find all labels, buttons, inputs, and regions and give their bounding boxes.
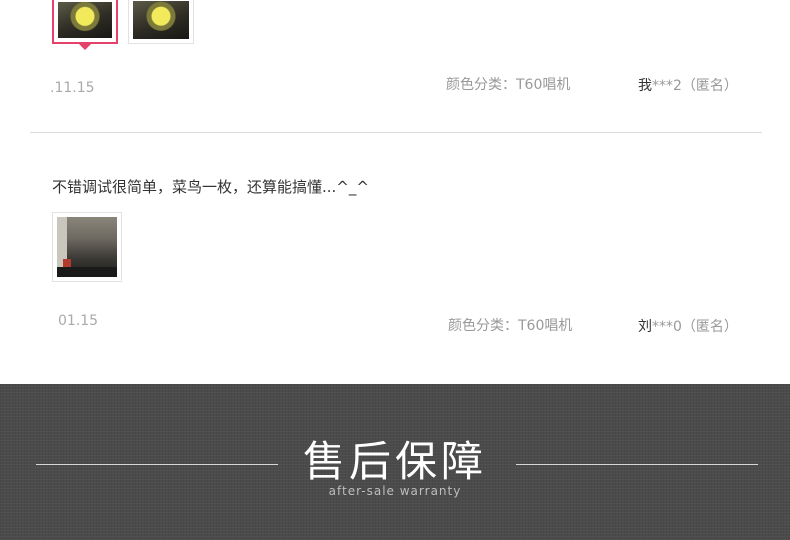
review-variant: 颜色分类：T60唱机: [446, 77, 571, 93]
after-sale-banner: 售后保障 after-sale warranty: [0, 384, 790, 540]
review-image-thumbnail[interactable]: [52, 212, 122, 282]
user-masked: ***0: [652, 319, 682, 335]
banner-title: 售后保障: [302, 437, 487, 486]
review-image-thumbnail[interactable]: [52, 0, 118, 44]
user-name: 我: [638, 78, 652, 94]
user-anonymous-label: （匿名）: [681, 319, 738, 335]
user-masked: ***2: [652, 78, 682, 94]
vinyl-record-image: [58, 2, 112, 38]
image-detail: [63, 259, 71, 267]
review-variant: 颜色分类：T60唱机: [448, 318, 573, 334]
vinyl-record-image: [133, 1, 189, 39]
user-name: 刘: [638, 319, 652, 335]
review-divider: [30, 132, 762, 133]
user-anonymous-label: （匿名）: [681, 78, 738, 94]
review-date: 01.15: [58, 313, 99, 329]
review-text: 不错调试很简单，菜鸟一枚，还算能搞懂...^_^: [52, 178, 369, 196]
turntable-image: [57, 217, 117, 277]
review-user: 我***2（匿名）: [638, 75, 738, 95]
review-image-thumbnail[interactable]: [128, 0, 194, 44]
review-date: .11.15: [50, 80, 95, 96]
banner-subtitle: after-sale warranty: [328, 484, 462, 498]
review-user: 刘***0（匿名）: [638, 316, 738, 336]
